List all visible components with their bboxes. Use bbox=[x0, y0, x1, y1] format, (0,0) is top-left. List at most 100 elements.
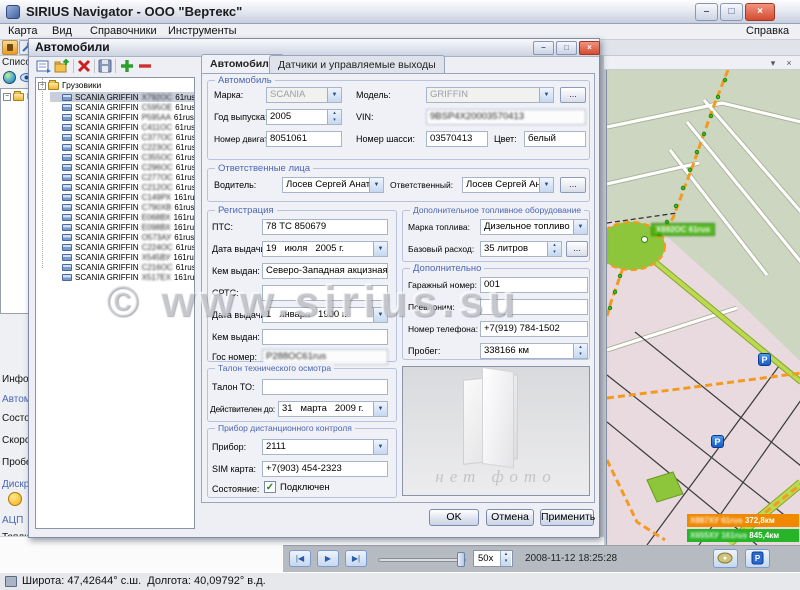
map-close-button[interactable]: × bbox=[782, 57, 796, 69]
tree-item-vehicle[interactable]: SCANIA GRIFFIN С149РХ 161rus bbox=[50, 192, 195, 202]
globe-icon[interactable] bbox=[3, 71, 16, 84]
tree-item-vehicle[interactable]: SCANIA GRIFFIN С790ХВ 61rus bbox=[50, 202, 195, 212]
save-button[interactable] bbox=[97, 58, 114, 74]
speed-spinner[interactable]: 50x ▴▾ bbox=[473, 550, 513, 567]
tree-item-vehicle[interactable]: SCANIA GRIFFIN Х545ВУ 161rus bbox=[50, 252, 195, 262]
close-button[interactable]: × bbox=[745, 3, 775, 21]
menu-item-directories[interactable]: Справочники bbox=[86, 25, 161, 37]
tree-item-vehicle[interactable]: SCANIA GRIFFIN С216ОС 61rus bbox=[50, 262, 195, 272]
spinner-buttons[interactable]: ▴▾ bbox=[327, 110, 341, 124]
parking-icon[interactable]: P bbox=[711, 435, 724, 448]
issue-date-select[interactable]: 19 июля 2005 г.▼ bbox=[262, 241, 388, 257]
chevron-down-icon[interactable]: ▼ bbox=[327, 88, 341, 102]
garage-number-field[interactable]: 001 bbox=[480, 277, 588, 293]
phone-number-field[interactable]: +7(919) 784-1502 bbox=[480, 321, 588, 337]
tree-item-vehicle[interactable]: SCANIA GRIFFIN С595ОЕ 61rus bbox=[50, 102, 195, 112]
timeline-slider[interactable] bbox=[378, 558, 466, 562]
add-group-button[interactable] bbox=[54, 58, 71, 74]
color-field[interactable]: белый bbox=[524, 131, 586, 147]
device-select[interactable]: 2111▼ bbox=[262, 439, 388, 455]
map-mode-button[interactable]: P bbox=[745, 549, 770, 568]
parking-icon[interactable]: P bbox=[758, 353, 771, 366]
spinner-buttons[interactable]: ▴▾ bbox=[573, 344, 587, 358]
tree-item-vehicle[interactable]: SCANIA GRIFFIN С355ОС 61rus bbox=[50, 152, 195, 162]
play-button[interactable]: ▶ bbox=[317, 550, 339, 567]
expand-toggle[interactable]: − bbox=[3, 93, 11, 101]
speed-spin-buttons[interactable]: ▴▾ bbox=[500, 551, 511, 566]
chevron-down-icon[interactable]: ▼ bbox=[369, 178, 383, 192]
model-select[interactable]: GRIFFIN▼ bbox=[426, 87, 554, 103]
minimize-button[interactable]: – bbox=[695, 3, 718, 21]
year-spinner[interactable]: 2005▴▾ bbox=[266, 109, 342, 125]
cancel-button[interactable]: Отмена bbox=[486, 509, 534, 526]
add-vehicle-button[interactable] bbox=[119, 58, 136, 74]
ok-button[interactable]: OK bbox=[429, 509, 479, 526]
tree-item-vehicle[interactable]: SCANIA GRIFFIN Х792ОС 61rus bbox=[50, 92, 195, 102]
pts-field[interactable]: 78 ТС 850679 bbox=[262, 219, 388, 235]
map-collapse-button[interactable]: ▾ bbox=[766, 57, 780, 69]
skip-end-button[interactable]: ▶| bbox=[345, 550, 367, 567]
map-canvas[interactable]: Х892ОС 61rus P P Х887ХУ 61rus 372,8км Х6… bbox=[606, 70, 800, 545]
remove-vehicle-button[interactable] bbox=[137, 58, 154, 74]
tree-item-vehicle[interactable]: SCANIA GRIFFIN С411ОС 61rus bbox=[50, 122, 195, 132]
valid-until-select[interactable]: 31 марта 2009 г.▼ bbox=[278, 401, 388, 417]
dialog-close-button[interactable]: × bbox=[579, 41, 600, 55]
slider-thumb[interactable] bbox=[457, 552, 465, 567]
fuel-type-select[interactable]: Дизельное топливо▼ bbox=[480, 219, 588, 235]
chevron-down-icon[interactable]: ▼ bbox=[373, 402, 387, 416]
srts-field[interactable] bbox=[262, 285, 388, 301]
menu-item-map[interactable]: Карта bbox=[4, 25, 41, 37]
base-consumption-spinner[interactable]: 35 литров▴▾ bbox=[480, 241, 562, 257]
tree-item-vehicle[interactable]: SCANIA GRIFFIN Е068ВХ 161rus bbox=[50, 212, 195, 222]
dialog-minimize-button[interactable]: – bbox=[533, 41, 554, 55]
tab-sensors[interactable]: Датчики и управляемые выходы bbox=[269, 55, 445, 73]
tree-item-vehicle[interactable]: SCANIA GRIFFIN Х517ЕХ 161rus bbox=[50, 272, 195, 282]
chevron-down-icon[interactable]: ▼ bbox=[573, 220, 587, 234]
skip-start-button[interactable]: |◀ bbox=[289, 550, 311, 567]
inspection-ticket-field[interactable] bbox=[262, 379, 388, 395]
menu-item-help[interactable]: Справка bbox=[742, 25, 793, 37]
chassis-number-field[interactable]: 03570413 bbox=[426, 131, 488, 147]
srts-issued-by-field[interactable] bbox=[262, 329, 388, 345]
tree-item-vehicle[interactable]: SCANIA GRIFFIN С296ОС 61rus bbox=[50, 162, 195, 172]
connected-checkbox[interactable]: ✓ bbox=[264, 481, 276, 493]
vehicle-marker-label[interactable]: Х892ОС 61rus bbox=[651, 223, 715, 236]
tree-item-vehicle[interactable]: SCANIA GRIFFIN С223ОС 61rus bbox=[50, 142, 195, 152]
tree-item-vehicle[interactable]: SCANIA GRIFFIN С224ОС 61rus bbox=[50, 242, 195, 252]
tree-item-vehicle[interactable]: SCANIA GRIFFIN Р595АА 61rus bbox=[50, 112, 195, 122]
sim-card-field[interactable]: +7(903) 454-2323 bbox=[262, 461, 388, 477]
vin-field[interactable]: 9BSP4X20003570413 bbox=[426, 109, 586, 125]
maximize-button[interactable]: □ bbox=[720, 3, 743, 21]
vehicle-card-button[interactable] bbox=[36, 58, 53, 74]
chevron-down-icon[interactable]: ▼ bbox=[539, 178, 553, 192]
chevron-down-icon[interactable]: ▼ bbox=[539, 88, 553, 102]
snapshot-button[interactable] bbox=[713, 549, 738, 568]
vehicle-position-marker[interactable] bbox=[641, 236, 648, 243]
issued-by-field[interactable]: Северо-Западная акцизная т bbox=[262, 263, 388, 279]
dialog-maximize-button[interactable]: □ bbox=[556, 41, 577, 55]
persons-more-button[interactable]: ... bbox=[560, 177, 586, 193]
engine-number-field[interactable]: 8051061 bbox=[266, 131, 342, 147]
chevron-down-icon[interactable]: ▼ bbox=[373, 440, 387, 454]
tree-item-vehicle[interactable]: SCANIA GRIFFIN С377ОС 61rus bbox=[50, 132, 195, 142]
tree-root[interactable]: −Грузовики bbox=[38, 80, 101, 91]
srts-issue-date-select[interactable]: 1 января 1900 г.▼ bbox=[262, 307, 388, 323]
apply-button[interactable]: Применить bbox=[540, 509, 594, 526]
menu-item-tools[interactable]: Инструменты bbox=[164, 25, 241, 37]
tree-item-vehicle[interactable]: SCANIA GRIFFIN С212ОС 61rus bbox=[50, 182, 195, 192]
vehicle-tree[interactable]: −Грузовики SCANIA GRIFFIN Х792ОС 61rus S… bbox=[35, 77, 195, 529]
spinner-buttons[interactable]: ▴▾ bbox=[547, 242, 561, 256]
chevron-down-icon[interactable]: ▼ bbox=[373, 308, 387, 322]
driver-select[interactable]: Лосев Сергей Анатоль▼ bbox=[282, 177, 384, 193]
tree-item-vehicle[interactable]: SCANIA GRIFFIN С277ОС 61rus bbox=[50, 172, 195, 182]
alias-field[interactable] bbox=[480, 299, 588, 315]
menu-item-view[interactable]: Вид bbox=[48, 25, 76, 37]
tree-item-vehicle[interactable]: SCANIA GRIFFIN О573АУ 61rus bbox=[50, 232, 195, 242]
delete-button[interactable] bbox=[76, 58, 93, 74]
responsible-select[interactable]: Лосев Сергей Анатоль▼ bbox=[462, 177, 554, 193]
mileage-spinner[interactable]: 338166 км▴▾ bbox=[480, 343, 588, 359]
vehicle-more-button[interactable]: ... bbox=[560, 87, 586, 103]
consumption-more-button[interactable]: ... bbox=[566, 241, 588, 257]
pan-tool-button[interactable] bbox=[2, 40, 18, 55]
chevron-down-icon[interactable]: ▼ bbox=[373, 242, 387, 256]
